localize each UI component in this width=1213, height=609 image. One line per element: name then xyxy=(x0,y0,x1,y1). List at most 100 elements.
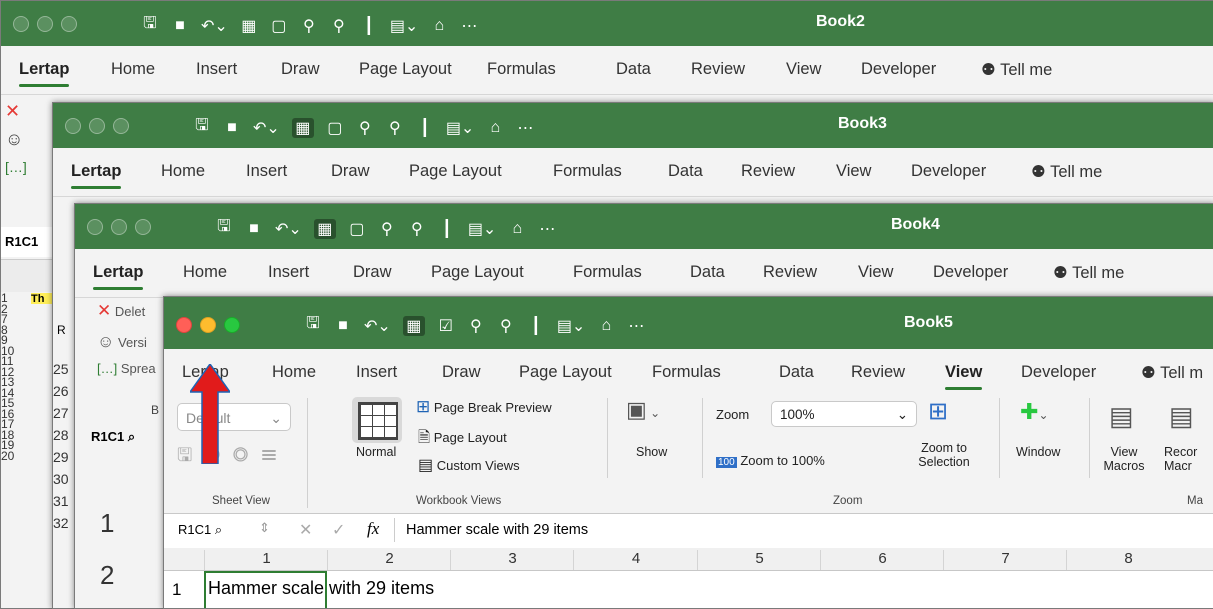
tab-lertap[interactable]: Lertap xyxy=(93,263,144,290)
folder-icon[interactable]: ■ xyxy=(245,220,263,238)
tab-developer[interactable]: Developer xyxy=(911,162,986,181)
more-icon[interactable]: ⋯ xyxy=(460,16,478,36)
home-icon[interactable]: ⌂ xyxy=(508,220,526,238)
save-icon[interactable]: 🖫 xyxy=(141,12,159,39)
format-icon[interactable]: ▤⌄ xyxy=(468,219,497,239)
zoom-in-icon[interactable]: ⚲ xyxy=(408,219,426,239)
tree-icon[interactable]: ┃ xyxy=(527,316,545,336)
tab-draw[interactable]: Draw xyxy=(331,162,370,181)
save-icon[interactable]: 🖫 xyxy=(193,114,211,141)
sheet-icon[interactable]: ▢ xyxy=(326,118,344,138)
tab-data[interactable]: Data xyxy=(690,263,725,282)
zoom-in-icon[interactable]: ⚲ xyxy=(330,16,348,36)
zoom-button[interactable] xyxy=(113,118,129,134)
tab-formulas[interactable]: Formulas xyxy=(487,60,556,79)
close-button[interactable] xyxy=(87,219,103,235)
tab-view[interactable]: View xyxy=(836,162,871,181)
tab-developer[interactable]: Developer xyxy=(861,60,936,79)
custom-views-button[interactable]: ▤ Custom Views xyxy=(418,455,520,475)
format-icon[interactable]: ▤⌄ xyxy=(557,316,586,336)
column-header[interactable]: 6 xyxy=(820,550,944,570)
column-header[interactable]: 7 xyxy=(943,550,1067,570)
column-header[interactable]: 1 xyxy=(204,550,328,570)
zoom-out-icon[interactable]: ⚲ xyxy=(378,219,396,239)
tab-view[interactable]: View xyxy=(786,60,821,79)
undo-icon[interactable]: ↶⌄ xyxy=(253,118,280,138)
window-button[interactable]: ✚⌄ xyxy=(1020,395,1049,426)
home-icon[interactable]: ⌂ xyxy=(597,317,615,335)
tab-review[interactable]: Review xyxy=(851,363,905,382)
tab-review[interactable]: Review xyxy=(691,60,745,79)
cell-partial[interactable]: Th xyxy=(31,293,53,305)
sheet-icon[interactable]: ▢ xyxy=(270,16,288,36)
format-icon[interactable]: ▤⌄ xyxy=(446,118,475,138)
save-icon[interactable]: 🖫 xyxy=(304,312,322,339)
tab-view[interactable]: View xyxy=(858,263,893,282)
options-icon[interactable]: ☰ xyxy=(261,445,290,465)
row-header[interactable]: 20 xyxy=(1,450,31,461)
name-box[interactable]: R1C1 ⌕ xyxy=(178,522,222,538)
record-macro-button[interactable]: Recor Macr xyxy=(1164,445,1197,473)
close-button[interactable] xyxy=(13,16,29,32)
column-header[interactable]: 4 xyxy=(573,550,698,570)
tab-home[interactable]: Home xyxy=(183,263,227,282)
zoom-button[interactable] xyxy=(61,16,77,32)
tab-insert[interactable]: Insert xyxy=(356,363,397,382)
tell-me[interactable]: ⚉ Tell me xyxy=(981,60,1052,80)
tab-draw[interactable]: Draw xyxy=(281,60,320,79)
undo-icon[interactable]: ↶⌄ xyxy=(275,219,302,239)
tab-home[interactable]: Home xyxy=(161,162,205,181)
name-box[interactable]: R1C1 ⌕ xyxy=(91,429,135,445)
view-macros-button[interactable]: View Macros xyxy=(1099,445,1149,473)
zoom-out-icon[interactable]: ⚲ xyxy=(467,316,485,336)
column-header[interactable]: 3 xyxy=(450,550,574,570)
undo-icon[interactable]: ↶⌄ xyxy=(364,316,391,336)
save-icon[interactable]: 🖫 xyxy=(215,215,233,242)
undo-icon[interactable]: ↶⌄ xyxy=(201,16,228,36)
tell-me[interactable]: ⚉ Tell me xyxy=(1031,162,1102,182)
title-bar[interactable]: 🖫 ■ ↶⌄ ▦ ▢ ⚲ ⚲ ┃ ▤⌄ ⌂ ⋯ Book2 xyxy=(1,1,1213,46)
grid-icon[interactable]: ▦ xyxy=(291,117,314,138)
column-header[interactable]: 5 xyxy=(697,550,821,570)
format-icon[interactable]: ▤⌄ xyxy=(390,16,419,36)
tree-icon[interactable]: ┃ xyxy=(438,219,456,239)
spreadsheet-icon[interactable]: […] xyxy=(5,159,27,175)
tab-data[interactable]: Data xyxy=(779,363,814,382)
minimize-button[interactable] xyxy=(111,219,127,235)
close-button[interactable] xyxy=(176,317,192,333)
tab-insert[interactable]: Insert xyxy=(268,263,309,282)
cell-r1c1[interactable]: Hammer scale with 29 items xyxy=(208,578,434,599)
version-button[interactable]: ☺ Versi xyxy=(97,332,147,352)
minimize-button[interactable] xyxy=(37,16,53,32)
zoom-to-100-button[interactable]: 100 Zoom to 100% xyxy=(716,453,825,468)
tab-formulas[interactable]: Formulas xyxy=(652,363,721,382)
tab-draw[interactable]: Draw xyxy=(353,263,392,282)
minimize-button[interactable] xyxy=(200,317,216,333)
zoom-button[interactable] xyxy=(135,219,151,235)
checkbox-icon[interactable]: ☑ xyxy=(437,316,455,336)
tab-home[interactable]: Home xyxy=(111,60,155,79)
more-icon[interactable]: ⋯ xyxy=(516,118,534,138)
grid-icon[interactable]: ▦ xyxy=(240,16,258,36)
tab-review[interactable]: Review xyxy=(763,263,817,282)
record-macro-icon[interactable]: ▤ xyxy=(1169,401,1194,432)
tab-lertap[interactable]: Lertap xyxy=(19,60,70,87)
tab-lertap[interactable]: Lertap xyxy=(71,162,122,189)
folder-icon[interactable]: ■ xyxy=(334,317,352,335)
folder-icon[interactable]: ■ xyxy=(223,119,241,137)
smiley-icon[interactable]: ☺ xyxy=(5,129,23,150)
title-bar[interactable]: 🖫 ■ ↶⌄ ▦ ▢ ⚲ ⚲ ┃ ▤⌄ ⌂ ⋯ Book3 xyxy=(53,103,1213,148)
page-break-preview-button[interactable]: ⊞ Page Break Preview xyxy=(416,397,552,417)
minimize-button[interactable] xyxy=(89,118,105,134)
cancel-icon[interactable]: ✕ xyxy=(299,520,312,540)
stepper-icon[interactable]: ⇕ xyxy=(259,520,270,536)
zoom-to-selection-icon[interactable]: ⊞ xyxy=(928,397,948,426)
tab-draw[interactable]: Draw xyxy=(442,363,481,382)
sheet-icon[interactable]: ▢ xyxy=(348,219,366,239)
select-all-corner[interactable] xyxy=(164,550,204,570)
tab-page-layout[interactable]: Page Layout xyxy=(431,263,524,282)
zoom-select[interactable]: 100% ⌄ xyxy=(771,401,917,427)
function-icon[interactable]: fx xyxy=(367,519,379,539)
more-icon[interactable]: ⋯ xyxy=(627,316,645,336)
title-bar[interactable]: 🖫 ■ ↶⌄ ▦ ☑ ⚲ ⚲ ┃ ▤⌄ ⌂ ⋯ Book5 xyxy=(164,297,1213,349)
